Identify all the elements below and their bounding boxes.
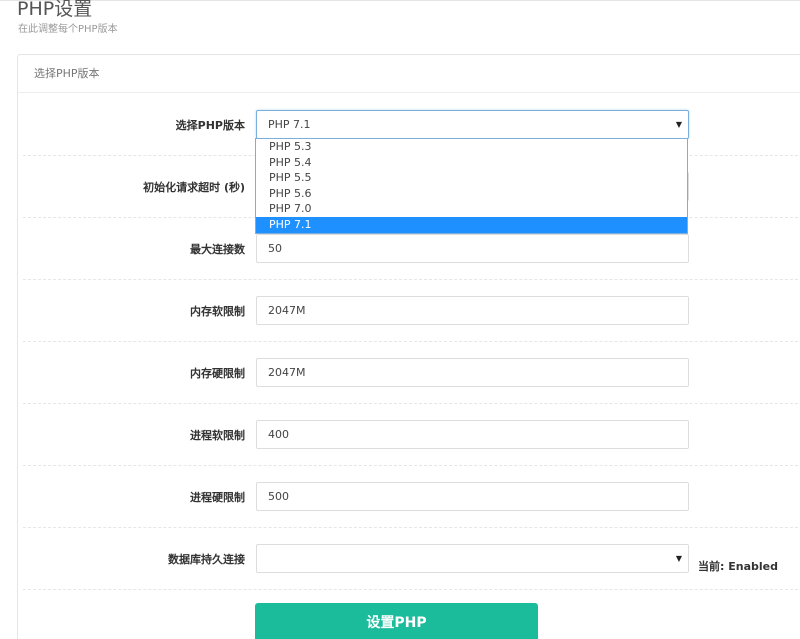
row-process-hard: 进程硬限制 500: [23, 466, 800, 528]
dropdown-option-php-5-6[interactable]: PHP 5.6: [256, 186, 687, 202]
max-connections-input[interactable]: 50: [256, 234, 689, 263]
db-persistent-current-hint: 当前: Enabled: [698, 560, 778, 573]
php-version-value: PHP 7.1: [268, 118, 311, 131]
process-hard-label: 进程硬限制: [190, 491, 245, 504]
dropdown-option-php-5-4[interactable]: PHP 5.4: [256, 155, 687, 171]
init-timeout-label: 初始化请求超时 (秒): [143, 181, 245, 194]
page-title: PHP设置: [17, 0, 93, 20]
max-connections-label: 最大连接数: [190, 243, 245, 256]
php-settings-page: PHP设置 在此调整每个PHP版本 选择PHP版本 选择PHP版本 PHP 7.…: [0, 0, 800, 639]
memory-hard-label: 内存硬限制: [190, 367, 245, 380]
process-hard-input[interactable]: 500: [256, 482, 689, 511]
chevron-down-icon: ▼: [675, 120, 682, 129]
row-process-soft: 进程软限制 400: [23, 404, 800, 466]
memory-soft-input[interactable]: 2047M: [256, 296, 689, 325]
dropdown-option-php-7-0[interactable]: PHP 7.0: [256, 201, 687, 217]
db-persistent-select[interactable]: ▼: [256, 544, 689, 573]
dropdown-option-php-5-3[interactable]: PHP 5.3: [256, 139, 687, 155]
php-version-label: 选择PHP版本: [175, 119, 245, 132]
panel-heading: 选择PHP版本: [18, 55, 800, 93]
dropdown-option-php-7-1[interactable]: PHP 7.1: [256, 216, 687, 233]
php-version-select[interactable]: PHP 7.1 ▼: [256, 110, 689, 139]
memory-soft-label: 内存软限制: [190, 305, 245, 318]
chevron-down-icon: ▼: [675, 554, 682, 563]
top-divider: [0, 0, 800, 1]
dropdown-option-php-5-5[interactable]: PHP 5.5: [256, 170, 687, 186]
set-php-button[interactable]: 设置PHP: [255, 603, 538, 639]
php-version-dropdown: PHP 5.3 PHP 5.4 PHP 5.5 PHP 5.6 PHP 7.0 …: [255, 138, 688, 234]
process-soft-input[interactable]: 400: [256, 420, 689, 449]
process-soft-label: 进程软限制: [190, 429, 245, 442]
row-memory-soft: 内存软限制 2047M: [23, 280, 800, 342]
row-db-persistent: 数据库持久连接 ▼ 当前: Enabled: [23, 528, 800, 590]
row-memory-hard: 内存硬限制 2047M: [23, 342, 800, 404]
memory-hard-input[interactable]: 2047M: [256, 358, 689, 387]
db-persistent-label: 数据库持久连接: [168, 553, 245, 566]
page-subtitle: 在此调整每个PHP版本: [18, 24, 118, 35]
